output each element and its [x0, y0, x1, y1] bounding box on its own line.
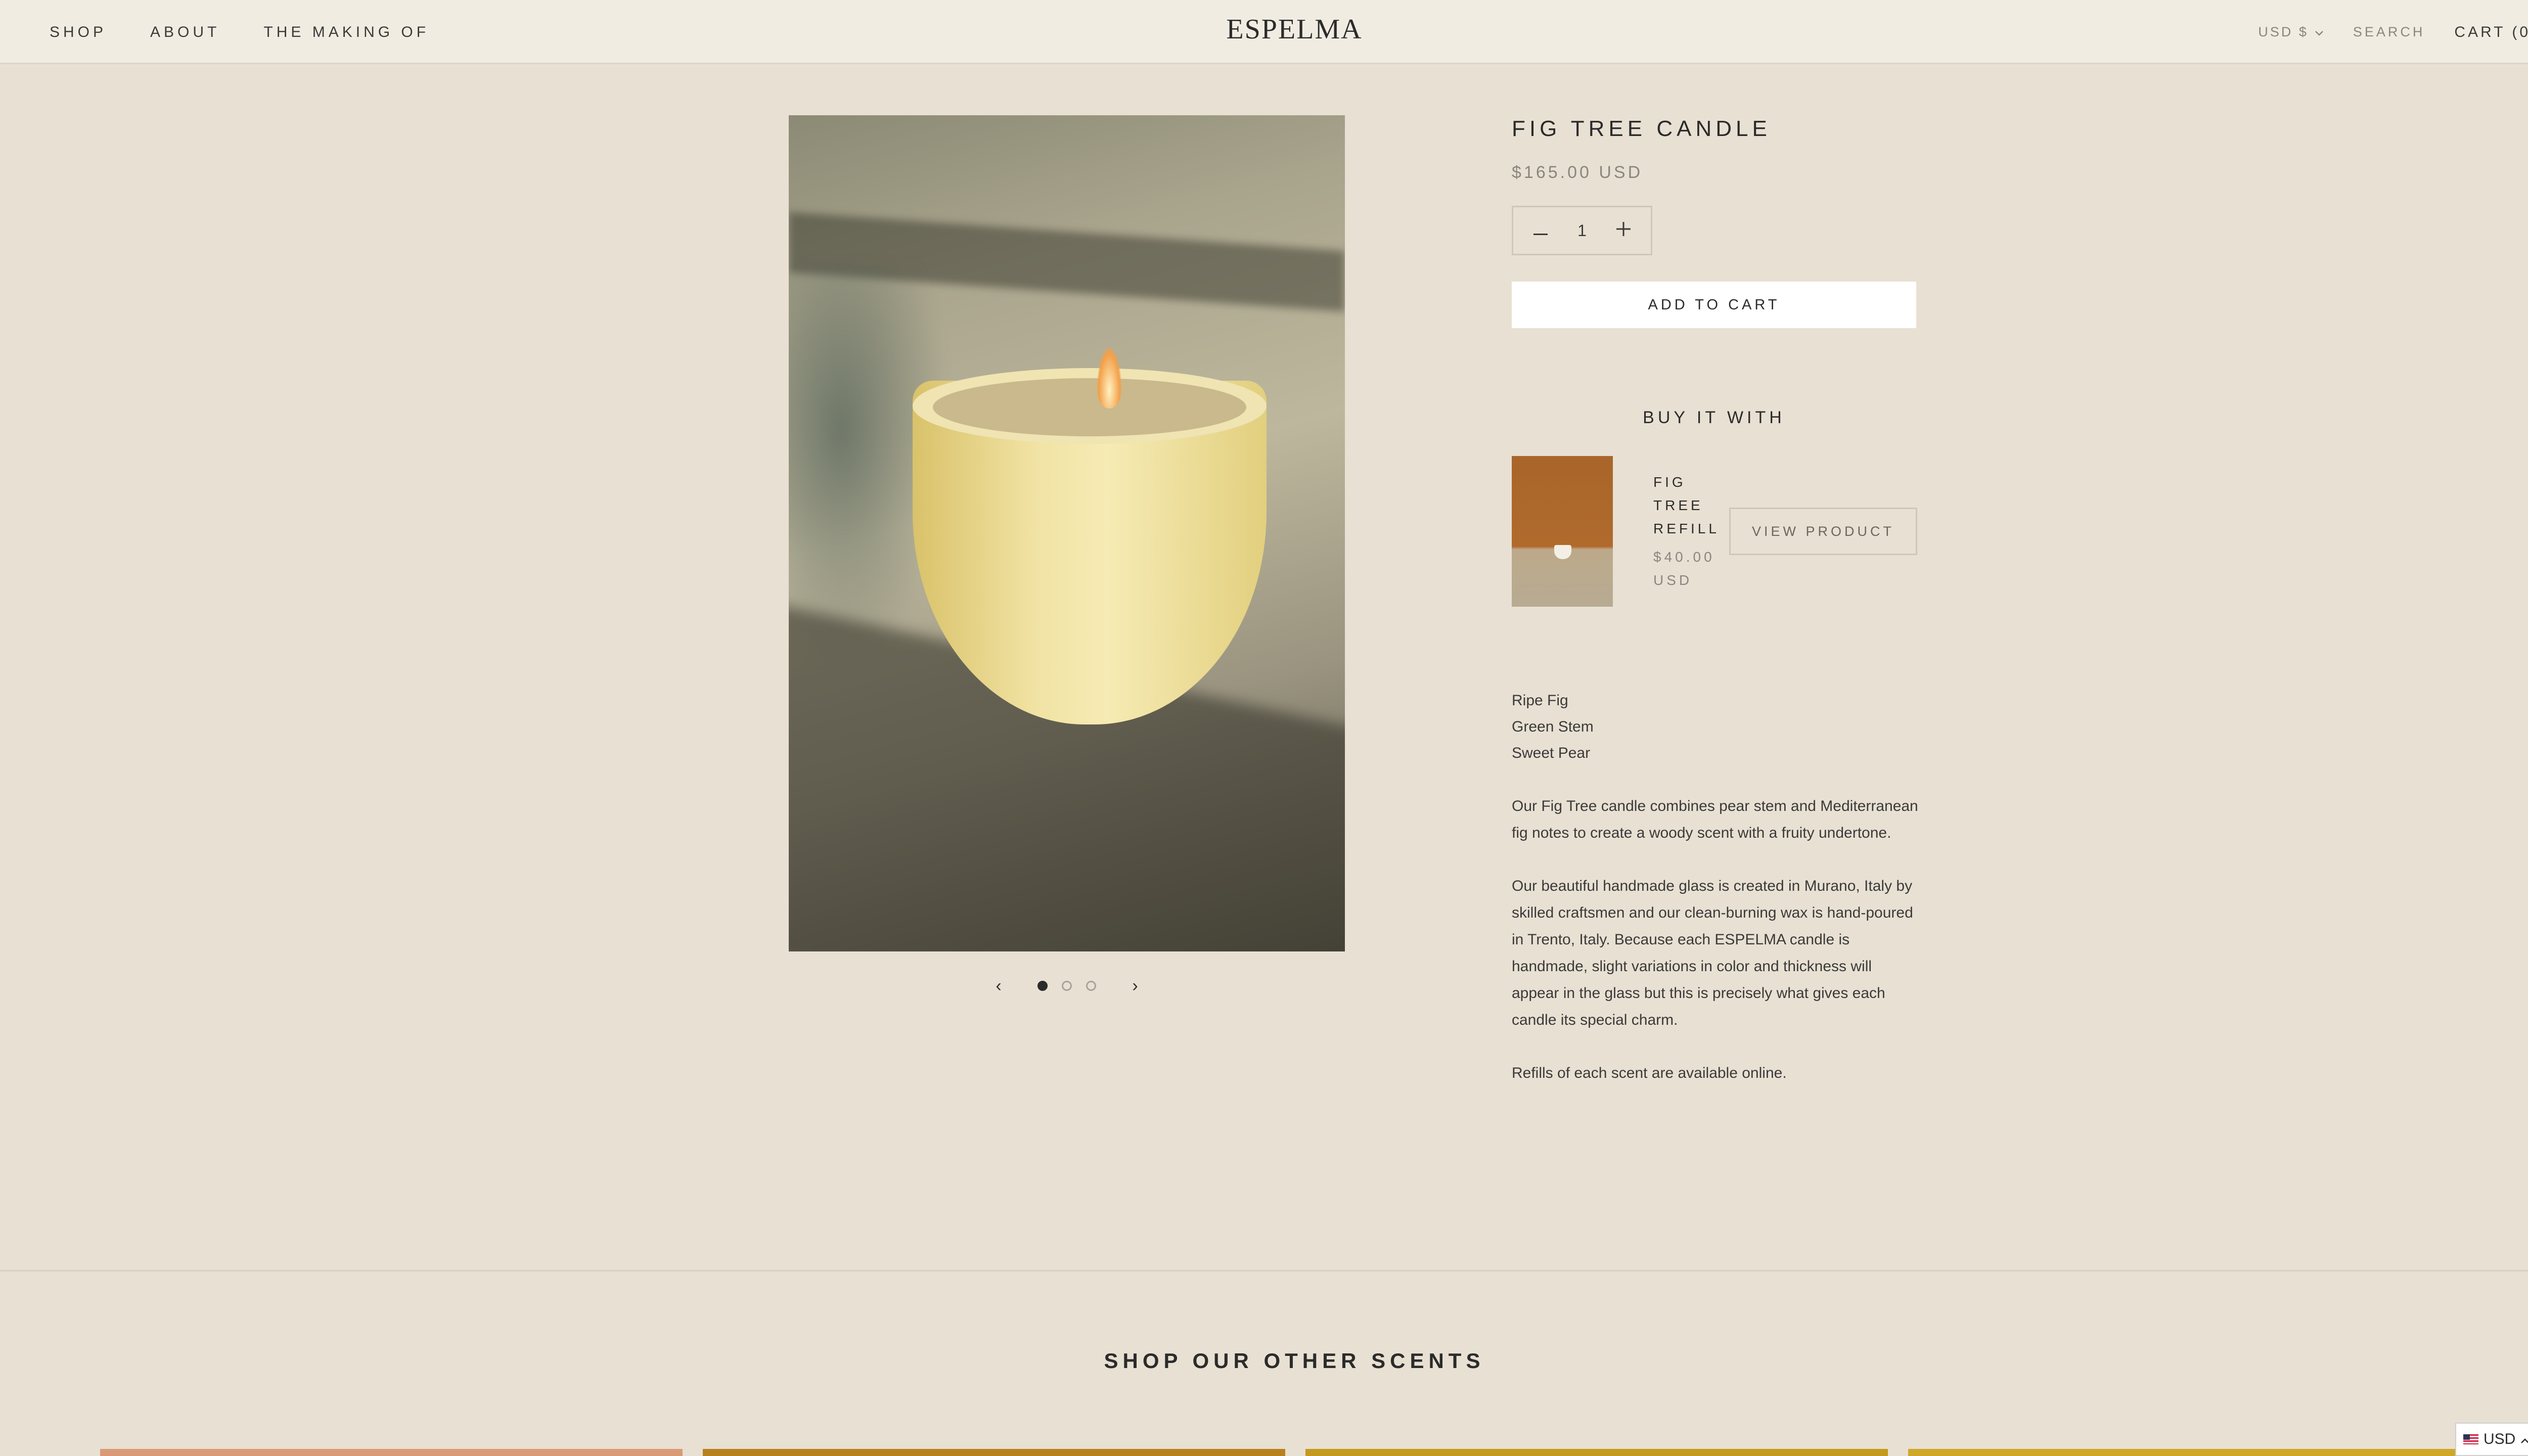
section-divider — [0, 1270, 2528, 1271]
refill-price: $40.00 USD — [1653, 549, 1715, 588]
buy-it-with-item: FIG TREE REFILL $40.00 USD VIEW PRODUCT — [1512, 456, 1921, 607]
scent-note: Sweet Pear — [1512, 745, 1591, 761]
gallery-dot-3[interactable] — [1086, 981, 1096, 991]
description-paragraph: Refills of each scent are available onli… — [1512, 1065, 1787, 1081]
header-actions: USD $ SEARCH CART (0) — [2258, 0, 2528, 64]
gallery-dots — [1037, 981, 1096, 991]
gallery-nav: ‹ › — [991, 975, 1143, 997]
currency-label: USD $ — [2258, 24, 2309, 39]
scent-card-4[interactable] — [1908, 1449, 2491, 1456]
view-product-button[interactable]: VIEW PRODUCT — [1729, 508, 1917, 555]
gallery-dot-2[interactable] — [1062, 981, 1072, 991]
currency-widget-label: USD — [2484, 1431, 2516, 1447]
other-scents-heading: SHOP OUR OTHER SCENTS — [1104, 1349, 1485, 1373]
cart-link[interactable]: CART (0) — [2454, 24, 2528, 41]
product-title: FIG TREE CANDLE — [1512, 116, 1771, 141]
refill-name[interactable]: FIG TREE REFILL — [1653, 471, 1717, 540]
currency-widget[interactable]: USD — [2455, 1423, 2528, 1456]
product-info: FIG TREE CANDLE $165.00 USD 1 ADD TO CAR… — [1512, 116, 1921, 1086]
scent-notes: Ripe Fig Green Stem Sweet Pear — [1512, 688, 1921, 766]
refill-text: FIG TREE REFILL $40.00 USD — [1653, 471, 1717, 592]
chevron-down-icon — [2315, 24, 2324, 40]
add-to-cart-button[interactable]: ADD TO CART — [1512, 282, 1916, 328]
description-paragraph: Our beautiful handmade glass is created … — [1512, 878, 1913, 1028]
scent-card-1[interactable] — [100, 1449, 683, 1456]
chevron-left-icon[interactable]: ‹ — [991, 976, 1006, 996]
site-header: SHOP ABOUT THE MAKING OF ESPELMA USD $ S… — [0, 0, 2528, 64]
product-image[interactable] — [789, 115, 1345, 951]
candle-wax — [933, 378, 1246, 436]
chevron-up-icon — [2520, 1431, 2528, 1448]
minus-icon[interactable] — [1533, 221, 1548, 240]
candle-flame — [1097, 348, 1121, 408]
quantity-value[interactable]: 1 — [1577, 221, 1587, 240]
plus-icon[interactable] — [1616, 221, 1631, 240]
scent-card-2[interactable] — [703, 1449, 1285, 1456]
scent-card-3[interactable] — [1305, 1449, 1888, 1456]
product-price: $165.00 USD — [1512, 163, 1643, 182]
site-logo[interactable]: ESPELMA — [0, 13, 2528, 46]
other-scents-cards — [100, 1449, 2491, 1456]
scent-note: Green Stem — [1512, 718, 1594, 735]
chevron-right-icon[interactable]: › — [1127, 976, 1143, 996]
search-link[interactable]: SEARCH — [2353, 24, 2425, 40]
refill-cup — [1554, 545, 1571, 559]
gallery-dot-1[interactable] — [1037, 981, 1048, 991]
scent-note: Ripe Fig — [1512, 692, 1568, 709]
description-paragraph: Our Fig Tree candle combines pear stem a… — [1512, 798, 1918, 841]
buy-it-with-heading: BUY IT WITH — [1643, 408, 1785, 427]
us-flag-icon — [2463, 1434, 2478, 1444]
currency-selector[interactable]: USD $ — [2258, 24, 2324, 40]
refill-thumbnail[interactable] — [1512, 456, 1613, 607]
quantity-stepper: 1 — [1512, 206, 1652, 255]
